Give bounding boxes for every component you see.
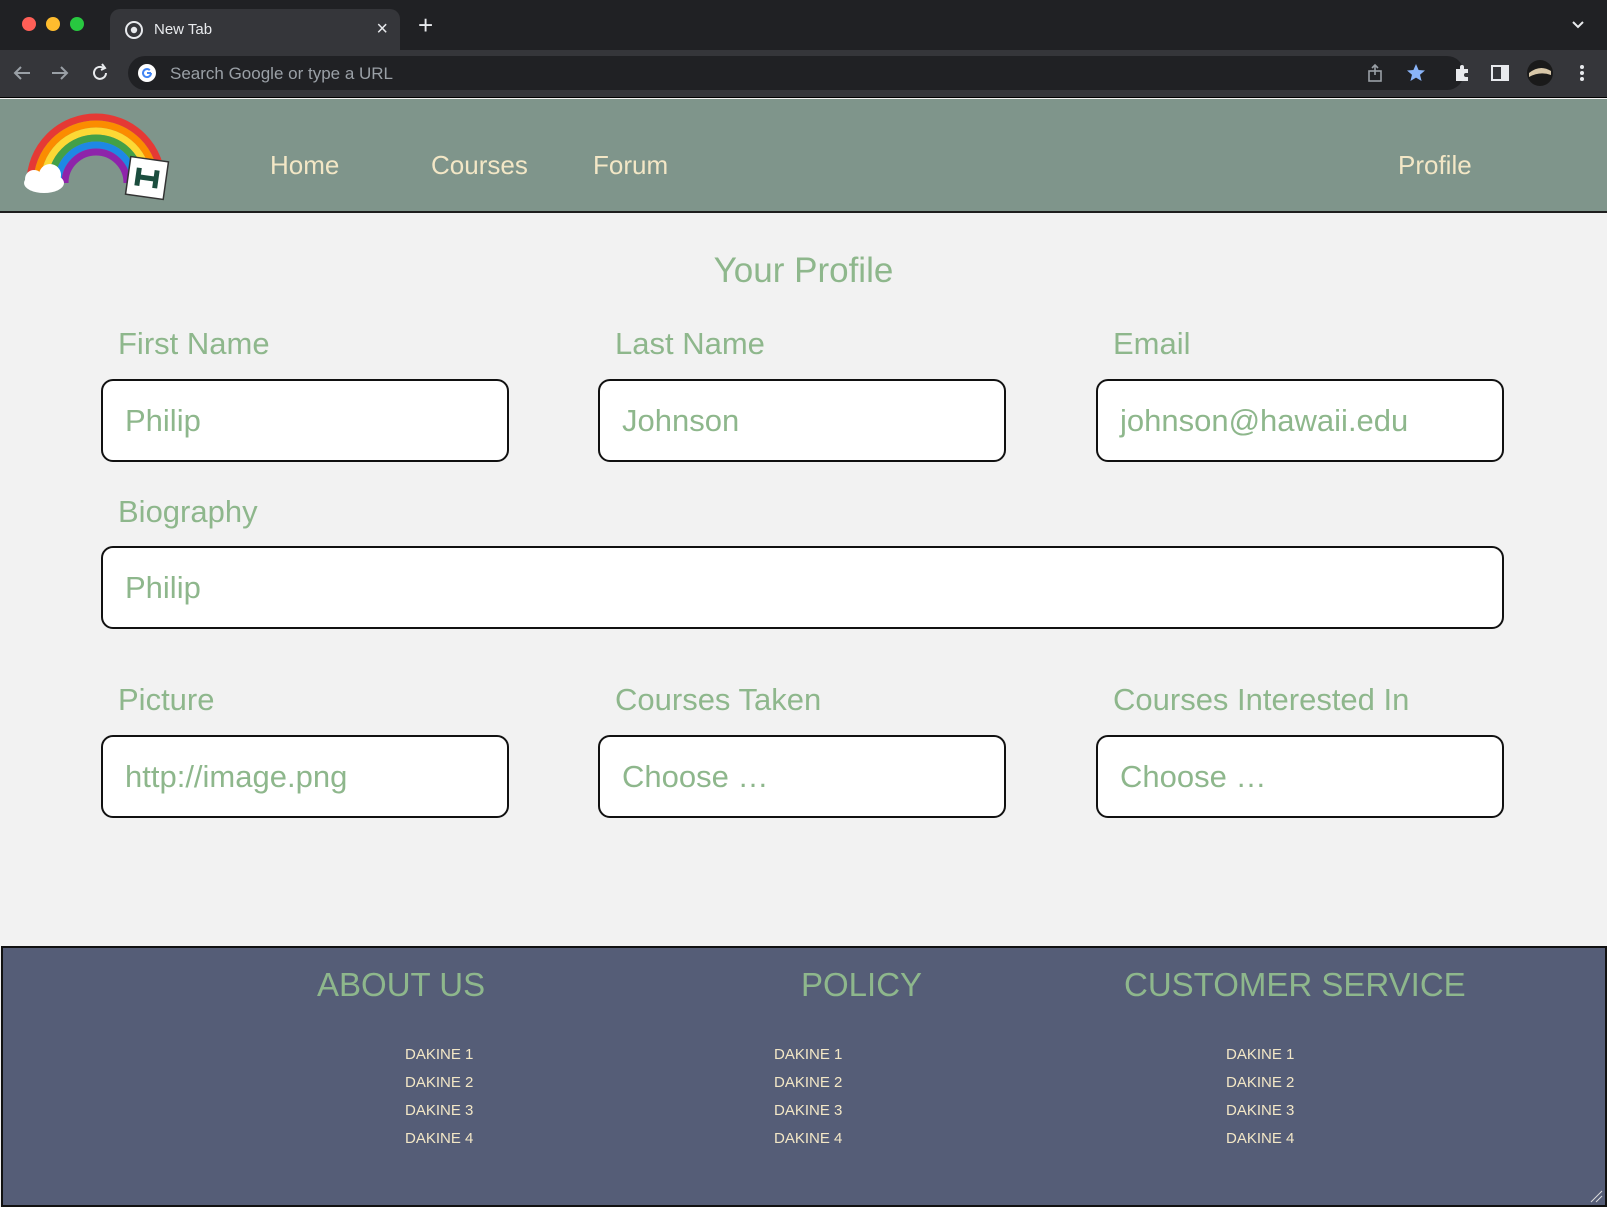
- site-navbar: Home Courses Forum Profile: [0, 99, 1607, 213]
- google-icon: [138, 64, 156, 82]
- courses-interested-select[interactable]: Choose …: [1096, 735, 1504, 818]
- biography-input[interactable]: Philip: [101, 546, 1504, 629]
- nav-link-home[interactable]: Home: [270, 151, 339, 179]
- bookmark-star-icon[interactable]: [1404, 61, 1428, 85]
- window-close-button[interactable]: [22, 17, 36, 31]
- more-menu-icon[interactable]: [1570, 61, 1594, 85]
- courses-interested-label: Courses Interested In: [1113, 682, 1410, 717]
- footer-service-link[interactable]: DAKINE 2: [1226, 1074, 1294, 1091]
- extensions-icon[interactable]: [1450, 61, 1474, 85]
- footer-about-link[interactable]: DAKINE 1: [405, 1046, 473, 1063]
- email-label: Email: [1113, 326, 1191, 361]
- footer-about-link[interactable]: DAKINE 4: [405, 1130, 473, 1147]
- courses-taken-label: Courses Taken: [615, 682, 822, 717]
- footer-policy-link[interactable]: DAKINE 2: [774, 1074, 842, 1091]
- forward-icon[interactable]: [48, 61, 72, 85]
- courses-taken-select[interactable]: Choose …: [598, 735, 1006, 818]
- first-name-input[interactable]: Philip: [101, 379, 509, 462]
- footer-policy-link[interactable]: DAKINE 1: [774, 1046, 842, 1063]
- tab-title: New Tab: [154, 21, 213, 38]
- footer-service-heading: CUSTOMER SERVICE: [1124, 966, 1466, 1003]
- picture-label: Picture: [118, 682, 215, 717]
- biography-label: Biography: [118, 494, 258, 529]
- email-input[interactable]: johnson@hawaii.edu: [1096, 379, 1504, 462]
- courses-taken-value: Choose …: [622, 759, 769, 794]
- rainbow-logo-icon[interactable]: [14, 105, 174, 205]
- last-name-value: Johnson: [622, 403, 740, 438]
- last-name-input[interactable]: Johnson: [598, 379, 1006, 462]
- courses-interested-value: Choose …: [1120, 759, 1267, 794]
- side-panel-icon[interactable]: [1488, 61, 1512, 85]
- footer-service-link[interactable]: DAKINE 1: [1226, 1046, 1294, 1063]
- nav-link-forum[interactable]: Forum: [593, 151, 668, 179]
- address-placeholder: Search Google or type a URL: [170, 64, 394, 83]
- chrome-icon: [125, 21, 143, 39]
- biography-value: Philip: [125, 570, 201, 605]
- browser-toolbar: Search Google or type a URL: [0, 50, 1607, 98]
- picture-url-value: http://image.png: [125, 759, 348, 794]
- browser-tabstrip: New Tab × +: [0, 0, 1607, 50]
- back-icon[interactable]: [10, 61, 34, 85]
- email-value: johnson@hawaii.edu: [1120, 403, 1409, 438]
- first-name-value: Philip: [125, 403, 201, 438]
- last-name-label: Last Name: [615, 326, 765, 361]
- footer-about-link[interactable]: DAKINE 3: [405, 1102, 473, 1119]
- footer-policy-heading: POLICY: [801, 966, 923, 1003]
- footer-about-link[interactable]: DAKINE 2: [405, 1074, 473, 1091]
- browser-tab[interactable]: New Tab ×: [110, 9, 400, 50]
- new-tab-button[interactable]: +: [418, 12, 433, 38]
- chevron-down-icon[interactable]: [1570, 18, 1586, 32]
- profile-avatar-icon[interactable]: [1526, 59, 1554, 87]
- window-minimize-button[interactable]: [46, 17, 60, 31]
- footer-policy-link[interactable]: DAKINE 3: [774, 1102, 842, 1119]
- nav-link-profile[interactable]: Profile: [1398, 151, 1472, 179]
- tab-close-icon[interactable]: ×: [376, 17, 388, 41]
- first-name-label: First Name: [118, 326, 270, 361]
- share-icon[interactable]: [1364, 62, 1386, 84]
- address-bar[interactable]: Search Google or type a URL: [128, 56, 1464, 90]
- window-maximize-button[interactable]: [70, 17, 84, 31]
- footer-service-link[interactable]: DAKINE 3: [1226, 1102, 1294, 1119]
- reload-icon[interactable]: [88, 61, 112, 85]
- nav-link-courses[interactable]: Courses: [431, 151, 528, 179]
- footer-about-heading: ABOUT US: [317, 966, 486, 1003]
- picture-url-input[interactable]: http://image.png: [101, 735, 509, 818]
- site-footer: ABOUT US DAKINE 1 DAKINE 2 DAKINE 3 DAKI…: [1, 946, 1607, 1207]
- footer-policy-link[interactable]: DAKINE 4: [774, 1130, 842, 1147]
- resize-handle-icon[interactable]: [1589, 1189, 1603, 1203]
- page-title: Your Profile: [713, 251, 894, 290]
- footer-service-link[interactable]: DAKINE 4: [1226, 1130, 1294, 1147]
